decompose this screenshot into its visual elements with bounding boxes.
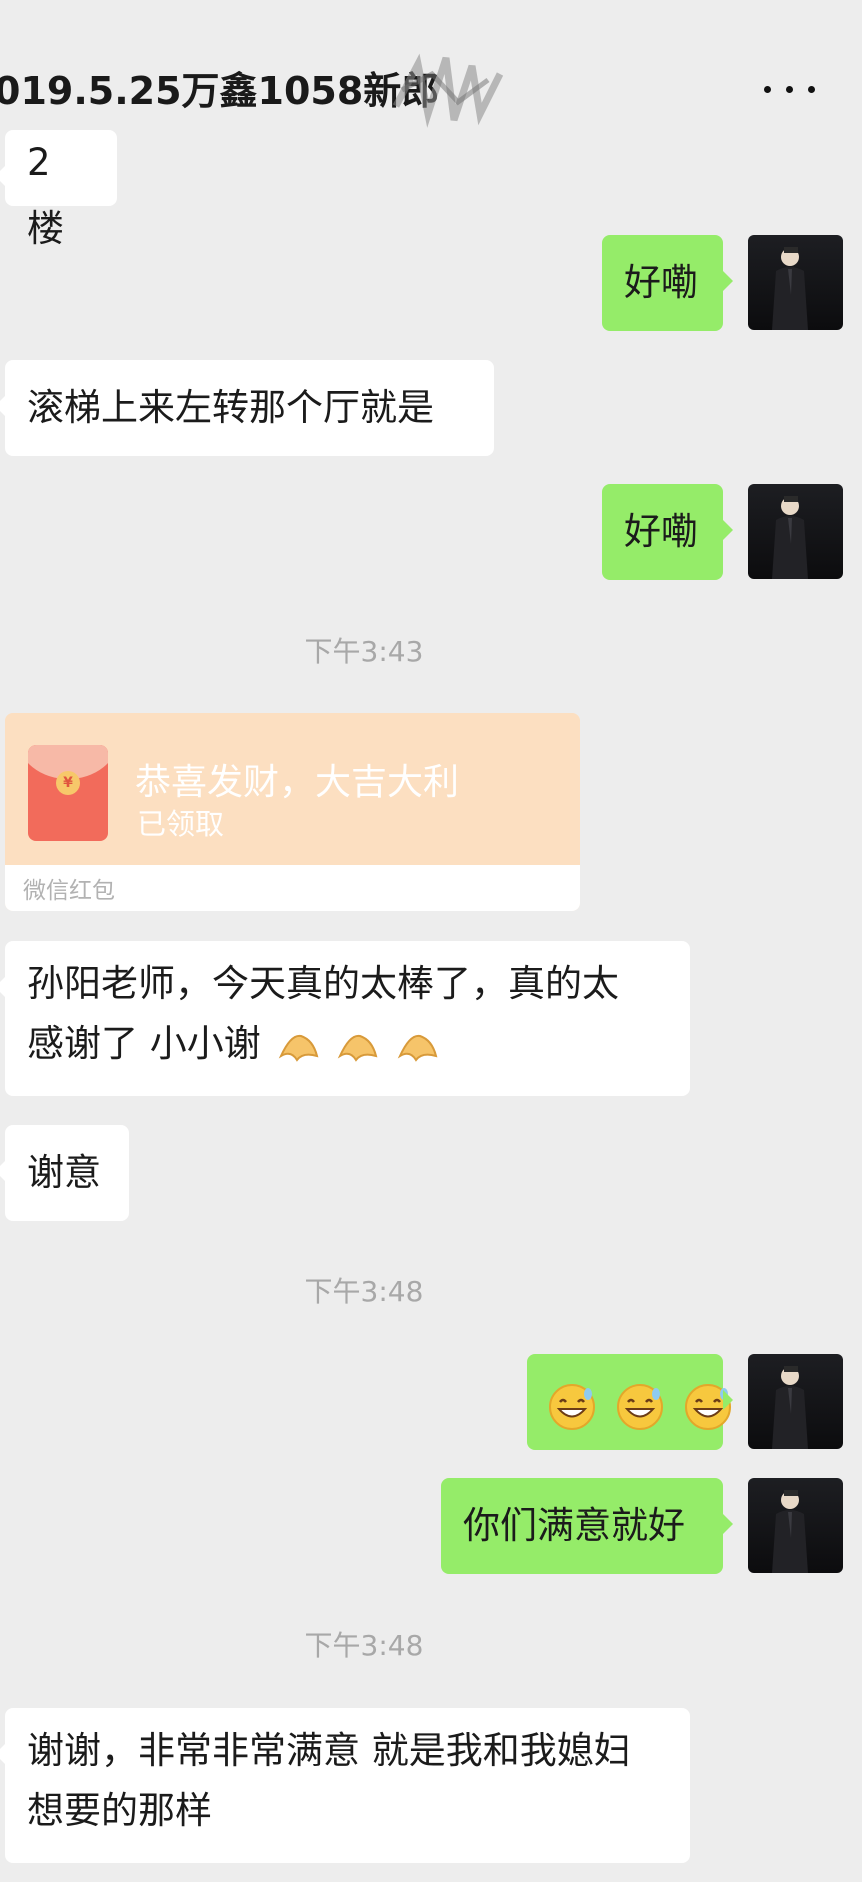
avatar[interactable] xyxy=(748,1354,843,1449)
grinning-sweat-emoji xyxy=(684,1383,731,1430)
red-packet-greeting: 恭喜发财，大吉大利 xyxy=(135,762,460,803)
status-bar xyxy=(0,0,862,18)
message-text-line: 想要的那样 xyxy=(27,1789,212,1832)
avatar[interactable] xyxy=(748,1478,843,1573)
red-packet-status: 已领取 xyxy=(137,807,225,841)
message-text: 滚梯上来左转那个厅就是 xyxy=(27,386,434,429)
message-incoming[interactable]: 谢意 xyxy=(0,1125,129,1221)
avatar[interactable] xyxy=(748,235,843,330)
timestamp: 下午3:48 xyxy=(304,1275,424,1308)
message-text-line: 孙阳老师，今天真的太棒了，真的太 xyxy=(27,962,619,1005)
person-icon xyxy=(772,247,808,330)
message-text-line: 感谢了 小小谢 xyxy=(27,1014,668,1074)
red-packet-message[interactable]: ¥ 恭喜发财，大吉大利 已领取 微信红包 xyxy=(5,713,580,911)
red-packet-label: 微信红包 xyxy=(23,878,115,904)
chat-header: 019.5.25万鑫1058新郎 xyxy=(0,30,862,142)
bottom-edge xyxy=(0,1864,862,1882)
red-envelope-icon: ¥ xyxy=(28,745,108,841)
message-text: 谢意 xyxy=(27,1151,101,1194)
more-icon[interactable] xyxy=(758,74,822,104)
chat-title[interactable]: 019.5.25万鑫1058新郎 xyxy=(0,60,439,115)
message-incoming[interactable]: 孙阳老师，今天真的太棒了，真的太 感谢了 小小谢 xyxy=(0,941,690,1096)
timestamp: 下午3:48 xyxy=(304,1629,424,1662)
message-text-line: 谢谢，非常非常满意 就是我和我媳妇 xyxy=(27,1729,631,1772)
message-outgoing[interactable]: 好嘞 xyxy=(602,484,733,580)
message-text: 你们满意就好 xyxy=(463,1504,685,1547)
message-text: 好嘞 xyxy=(624,261,698,304)
emoji-row xyxy=(547,1374,739,1436)
ok-hand-emoji xyxy=(338,1034,378,1062)
message-incoming[interactable]: 谢谢，非常非常满意 就是我和我媳妇 想要的那样 xyxy=(0,1708,690,1863)
ok-hand-emoji xyxy=(397,1034,438,1062)
ok-hand-emoji xyxy=(278,1034,318,1062)
person-icon xyxy=(772,1490,808,1573)
avatar[interactable] xyxy=(748,484,843,579)
timestamp: 下午3:43 xyxy=(304,635,424,668)
grinning-sweat-emoji xyxy=(616,1383,663,1430)
message-text: 好嘞 xyxy=(624,510,698,553)
message-incoming[interactable]: 滚梯上来左转那个厅就是 xyxy=(0,360,494,456)
redaction-scribble xyxy=(392,53,504,128)
message-text: 2 楼 xyxy=(27,141,64,250)
chat-screen: 019.5.25万鑫1058新郎 2 楼 好嘞 滚梯上来左转那个厅就是 好嘞 下… xyxy=(0,0,862,1882)
message-outgoing[interactable]: 好嘞 xyxy=(602,235,733,331)
message-outgoing[interactable]: 你们满意就好 xyxy=(441,1478,733,1574)
grinning-sweat-emoji xyxy=(549,1383,595,1430)
person-icon xyxy=(772,496,808,579)
red-packet-footer: 微信红包 xyxy=(5,865,580,911)
person-icon xyxy=(772,1366,808,1449)
message-outgoing[interactable] xyxy=(527,1354,733,1450)
message-text: 感谢了 小小谢 xyxy=(27,1022,261,1065)
message-incoming[interactable]: 2 楼 xyxy=(0,130,117,250)
